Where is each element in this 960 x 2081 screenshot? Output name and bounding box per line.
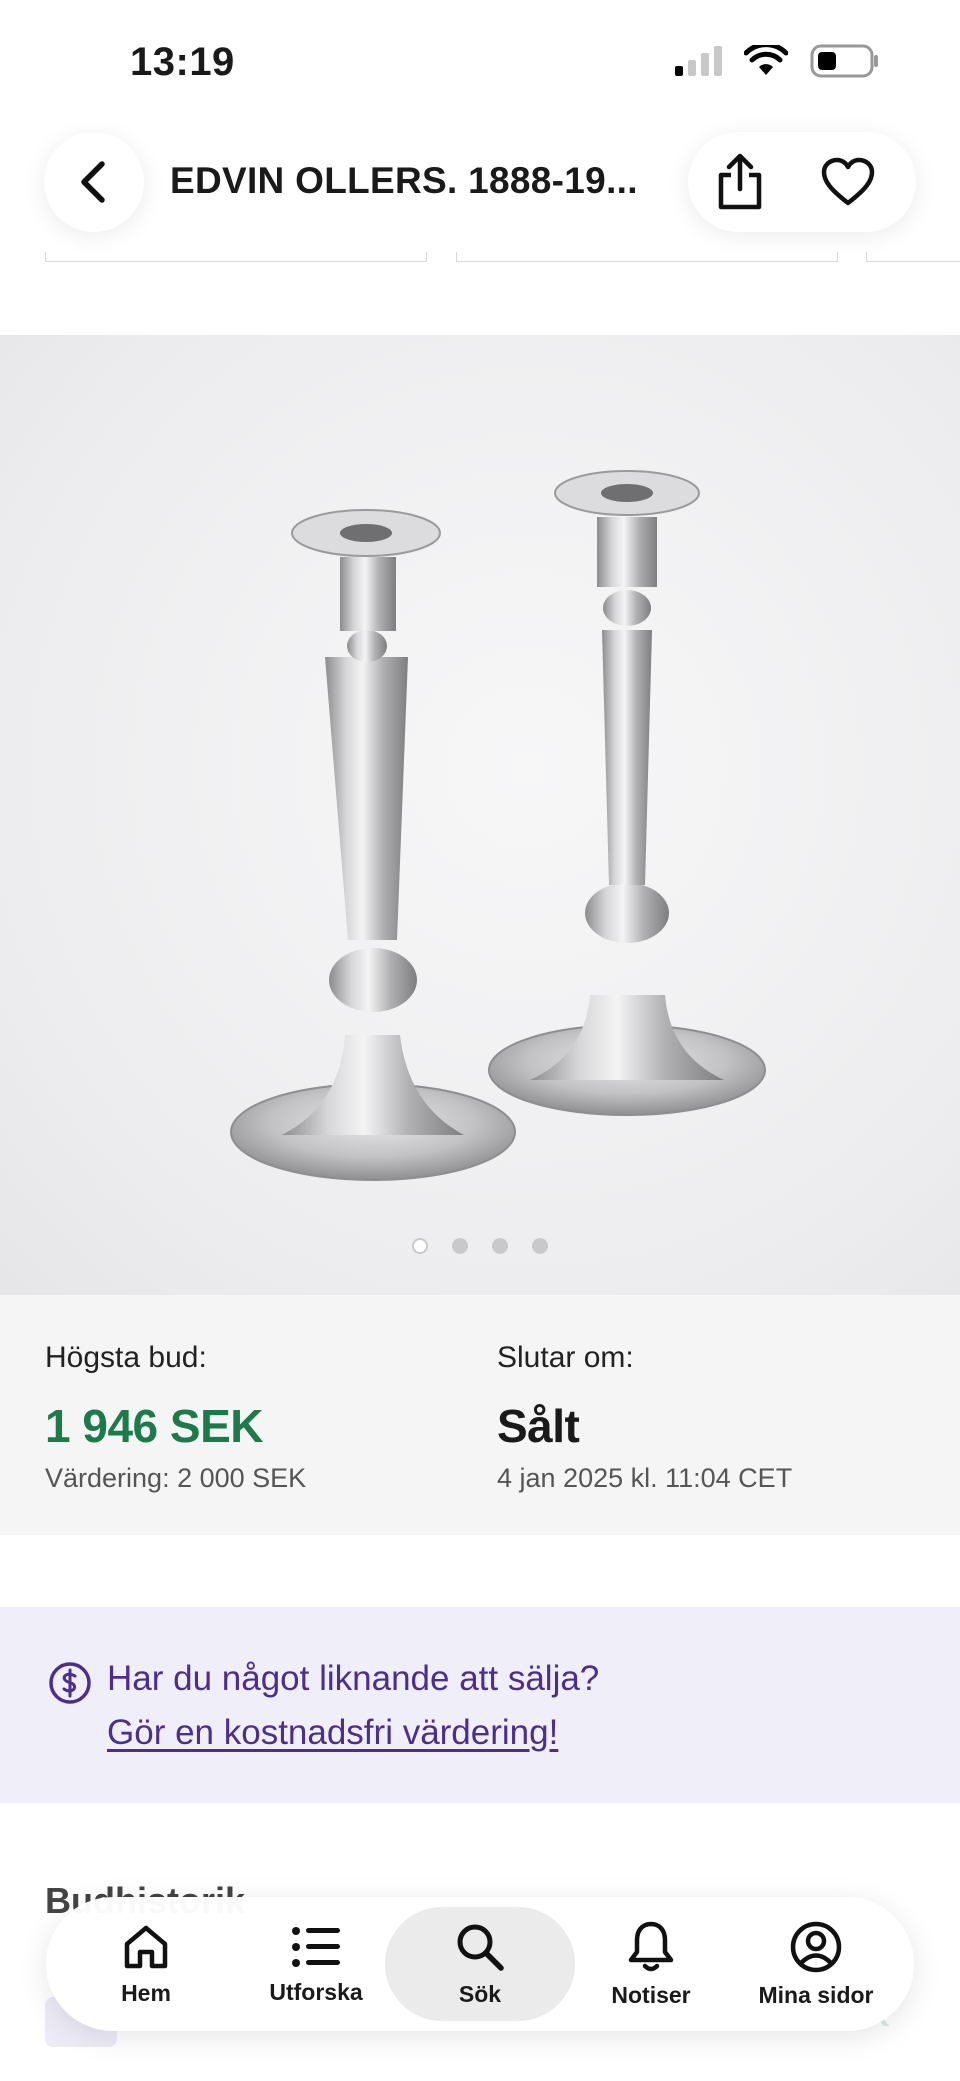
- ends-date: 4 jan 2025 kl. 11:04 CET: [497, 1463, 793, 1493]
- ends-value: Sålt: [497, 1400, 580, 1452]
- tab-notifications[interactable]: Notiser: [591, 1907, 711, 2021]
- bottom-tab-bar: Hem Utforska Sök Notiser Mina sidor: [46, 1897, 914, 2031]
- tab-my-pages[interactable]: Mina sidor: [741, 1907, 891, 2021]
- sell-banner: Har du något liknande att sälja? Gör en …: [0, 1607, 960, 1803]
- chevron-left-icon: [81, 161, 105, 203]
- tab-search[interactable]: Sök: [385, 1907, 575, 2021]
- thumbnail[interactable]: [45, 252, 427, 262]
- pagination-dot[interactable]: [452, 1238, 468, 1254]
- bid-info-panel: Högsta bud: 1 946 SEK Värdering: 2 000 S…: [0, 1295, 960, 1535]
- gallery-pagination: [0, 1238, 960, 1254]
- dollar-circle-icon: [49, 1662, 91, 1704]
- highest-bid-label: Högsta bud:: [45, 1341, 207, 1374]
- favorite-button[interactable]: [820, 154, 876, 210]
- user-icon: [790, 1921, 842, 1972]
- tab-explore[interactable]: Utforska: [246, 1907, 386, 2021]
- ends-label: Slutar om:: [497, 1341, 634, 1374]
- bell-icon: [628, 1921, 674, 1971]
- thumbnail-strip[interactable]: [0, 252, 960, 264]
- sell-question: Har du något liknande att sälja?: [107, 1659, 600, 1698]
- status-icons: [675, 44, 880, 78]
- pagination-dot[interactable]: [532, 1238, 548, 1254]
- free-valuation-link[interactable]: Gör en kostnadsfri värdering!: [107, 1713, 558, 1753]
- estimate-text: Värdering: 2 000 SEK: [45, 1463, 307, 1493]
- search-icon: [457, 1924, 504, 1971]
- back-button[interactable]: [44, 132, 144, 232]
- share-icon: [718, 153, 762, 210]
- status-bar: 13:19: [0, 0, 960, 120]
- highest-bid-value: 1 946 SEK: [45, 1400, 263, 1452]
- thumbnail[interactable]: [866, 252, 960, 262]
- tab-label: Notiser: [611, 1981, 691, 2008]
- pagination-dot[interactable]: [492, 1238, 508, 1254]
- tab-label: Mina sidor: [758, 1981, 874, 2008]
- home-icon: [124, 1925, 168, 1968]
- wifi-icon: [744, 45, 788, 75]
- candlestick-left: [230, 509, 516, 1181]
- header-actions: [688, 132, 916, 232]
- ends-section: Slutar om: Sålt 4 jan 2025 kl. 11:04 CET: [497, 1341, 792, 1494]
- tab-label: Utforska: [269, 1978, 363, 2005]
- product-image[interactable]: [0, 335, 960, 1295]
- status-time: 13:19: [130, 40, 235, 84]
- candlestick-right: [488, 470, 766, 1116]
- tab-label: Hem: [121, 1979, 171, 2006]
- thumbnail[interactable]: [456, 252, 838, 262]
- list-icon: [292, 1926, 340, 1967]
- candlesticks-image: [230, 470, 766, 1181]
- tab-home[interactable]: Hem: [86, 1907, 206, 2021]
- highest-bid-section: Högsta bud: 1 946 SEK Värdering: 2 000 S…: [45, 1341, 306, 1494]
- heart-icon: [821, 157, 875, 206]
- top-header: EDVIN OLLERS. 1888-19...: [0, 120, 960, 260]
- page-title: EDVIN OLLERS. 1888-19...: [170, 160, 638, 201]
- share-button[interactable]: [712, 153, 768, 210]
- tab-label: Sök: [458, 1980, 502, 2007]
- pagination-dot[interactable]: [412, 1238, 428, 1254]
- battery-icon: [810, 44, 878, 78]
- cellular-signal-icon: [675, 46, 722, 76]
